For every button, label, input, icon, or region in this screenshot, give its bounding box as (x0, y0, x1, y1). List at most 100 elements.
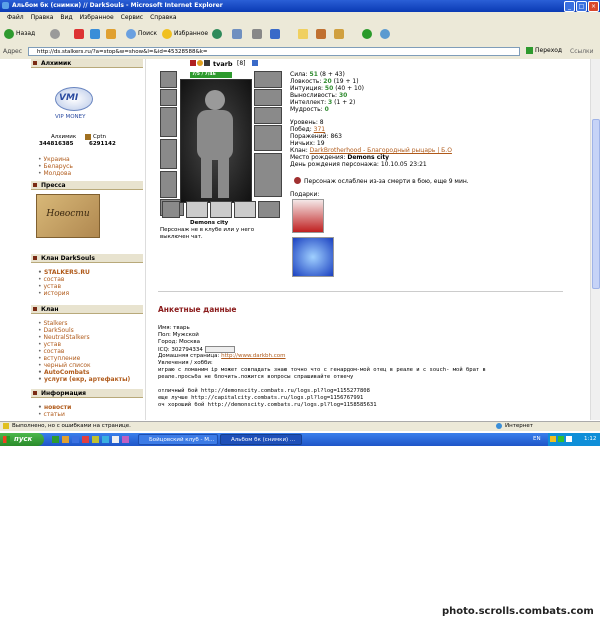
quicklaunch-icon-6[interactable] (102, 436, 109, 443)
character-name[interactable]: tvarb (213, 60, 233, 68)
language-indicator[interactable]: EN (533, 436, 541, 442)
close-button[interactable]: × (588, 1, 599, 12)
vertical-scrollbar[interactable] (590, 59, 600, 420)
notes-button[interactable] (298, 28, 310, 40)
info-birthplace: Место рождения: Demons city (290, 154, 390, 161)
clan2-link-stalkers[interactable]: Stalkers (38, 320, 67, 327)
info-link-news[interactable]: новости (38, 404, 71, 411)
info-icon[interactable] (252, 60, 258, 66)
edit-button[interactable] (270, 28, 282, 40)
start-button[interactable]: пуск (0, 433, 44, 446)
quicklaunch-icon-5[interactable] (92, 436, 99, 443)
country-ukraine[interactable]: Украина (38, 156, 69, 163)
history-button[interactable] (212, 28, 224, 40)
info-level: Уровень: 8 (290, 119, 324, 126)
address-input[interactable]: http://ds.stalkers.ru/?a=stop&w=show&l=&… (28, 47, 520, 56)
info-header: Информация (31, 389, 143, 398)
slot-extra-3[interactable] (210, 201, 232, 218)
home-button[interactable] (106, 28, 118, 40)
slot-weapon[interactable] (160, 107, 177, 137)
menu-view[interactable]: Вид (60, 14, 72, 21)
clan2-link-blacklist[interactable]: черный список (38, 362, 90, 369)
extension-button[interactable] (362, 28, 374, 40)
gift-1[interactable] (292, 199, 324, 233)
print-icon (252, 28, 262, 39)
country-moldova[interactable]: Молдова (38, 170, 71, 177)
info-wins: Побед: 371 (290, 126, 326, 133)
warning-icon[interactable] (3, 423, 9, 429)
sidebar: Алхимик VMI VIP MONEY Алхимик Cptn 34481… (31, 59, 143, 420)
slot-rings[interactable] (254, 89, 282, 106)
stop-button[interactable] (74, 28, 86, 40)
slot-extra-1[interactable] (162, 201, 180, 218)
slot-extra-2[interactable] (186, 201, 208, 218)
tray-icon-1[interactable] (550, 436, 556, 442)
maximize-button[interactable]: □ (576, 1, 587, 12)
mail-button[interactable] (232, 28, 244, 40)
clan2-link-neutral[interactable]: NeutralStalkers (38, 334, 89, 341)
scrollbar-thumb[interactable] (592, 119, 600, 289)
forward-button[interactable] (50, 28, 62, 40)
slot-earrings[interactable] (254, 71, 282, 88)
tray-icon-2[interactable] (558, 436, 564, 442)
menu-edit[interactable]: Правка (31, 14, 54, 21)
slot-armor[interactable] (160, 139, 177, 169)
menu-file[interactable]: Файл (7, 14, 24, 21)
weakness-icon (294, 177, 301, 184)
links-button[interactable]: Ссылки (570, 48, 594, 55)
slot-extra-5[interactable] (258, 201, 280, 218)
homepage-link[interactable]: http://www.darkbh.com (221, 353, 285, 359)
minimize-button[interactable]: _ (564, 1, 575, 12)
slot-helmet[interactable] (160, 71, 177, 88)
slot-gloves[interactable] (254, 107, 282, 124)
anketa-title: Анкетные данные (158, 305, 237, 314)
clan2-link-autocombats[interactable]: AutoCombats (38, 369, 89, 376)
messenger-button[interactable] (316, 28, 328, 40)
slot-belt[interactable] (160, 171, 177, 198)
clan-link-charter[interactable]: устав (38, 283, 61, 290)
menu-help[interactable]: Справка (150, 14, 176, 21)
ie-icon (2, 2, 9, 9)
quicklaunch-icon-8[interactable] (122, 436, 129, 443)
go-button[interactable]: Переход (526, 47, 562, 54)
alchemist-cptn[interactable]: Cptn (93, 134, 106, 140)
messenger-button-2[interactable] (334, 28, 346, 40)
slot-amulet[interactable] (160, 89, 177, 106)
task-fight-club[interactable]: Бойцовский клуб - M... (138, 434, 218, 445)
clan-link-stalkers[interactable]: STALKERS.RU (38, 269, 90, 276)
back-arrow-icon (4, 28, 14, 39)
alchemist-header: Алхимик (31, 59, 143, 68)
clan-link-history[interactable]: история (38, 290, 69, 297)
extension-button-2[interactable] (380, 28, 392, 40)
quicklaunch-icon-3[interactable] (72, 436, 79, 443)
tray-icon-3[interactable] (566, 436, 572, 442)
search-button[interactable]: Поиск (126, 28, 157, 40)
news-image[interactable]: Новости (36, 194, 100, 238)
quicklaunch-icon-7[interactable] (112, 436, 119, 443)
quicklaunch-icon-4[interactable] (82, 436, 89, 443)
favorites-button[interactable]: Избранное (162, 28, 208, 40)
clan2-link-charter[interactable]: устав (38, 341, 61, 348)
alchemist-name[interactable]: Алхимик (51, 134, 76, 140)
clan2-link-darksouls[interactable]: DarkSouls (38, 327, 73, 334)
menu-favorites[interactable]: Избранное (80, 14, 114, 21)
clan2-link-join[interactable]: вступление (38, 355, 80, 362)
print-button[interactable] (252, 28, 264, 40)
info-link-articles[interactable]: статьи (38, 411, 64, 418)
back-button[interactable]: Назад (4, 28, 35, 40)
address-label: Адрес (3, 48, 23, 55)
menu-tools[interactable]: Сервис (121, 14, 143, 21)
clan2-link-services[interactable]: услуги (екр, артефакты) (38, 376, 130, 383)
country-belarus[interactable]: Беларусь (38, 163, 73, 170)
gift-2[interactable] (292, 237, 334, 277)
clan2-link-roster[interactable]: состав (38, 348, 64, 355)
slot-shield[interactable] (254, 125, 282, 151)
slot-extra-4[interactable] (234, 201, 256, 218)
quicklaunch-icon-2[interactable] (62, 436, 69, 443)
quicklaunch-icon-1[interactable] (52, 436, 59, 443)
slot-boots[interactable] (254, 153, 282, 197)
task-album[interactable]: Альбом бк (снимки) ... (220, 434, 302, 445)
clan-link-roster[interactable]: состав (38, 276, 64, 283)
refresh-button[interactable] (90, 28, 102, 40)
system-tray: 1:12 (548, 433, 600, 446)
